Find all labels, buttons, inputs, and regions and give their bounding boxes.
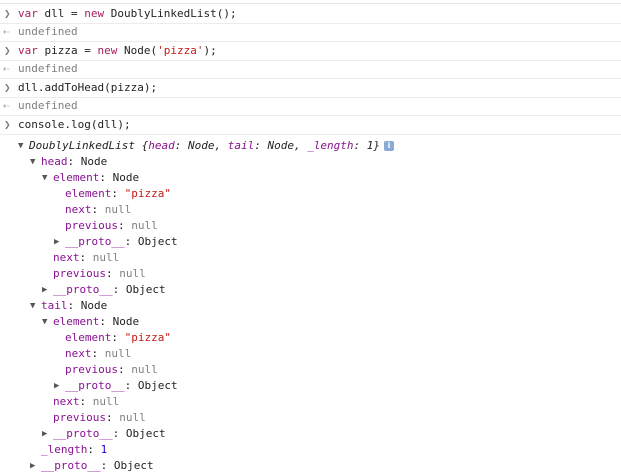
prompt-chevron-icon: ❯	[4, 81, 11, 94]
string-value: "pizza"	[124, 331, 171, 344]
result-arrow-icon: ⇠	[3, 62, 10, 75]
colon: :	[79, 395, 93, 408]
result-arrow-icon: ⇠	[3, 99, 10, 112]
property-value: : Object	[112, 427, 166, 440]
null-value: null	[92, 251, 120, 264]
result-value: undefined	[18, 25, 78, 38]
info-icon[interactable]: i	[384, 141, 394, 151]
summary-fragment: : Node,	[254, 139, 308, 152]
devtools-console: ❯ var dll = new DoublyLinkedList(); ⇠ un…	[0, 0, 621, 472]
keyword-var: var	[18, 44, 38, 57]
tree-row-text: __proto__: Object	[41, 457, 154, 472]
code-fragment: pizza =	[37, 44, 98, 57]
console-input-row[interactable]: ❯ var dll = new DoublyLinkedList();	[0, 5, 621, 24]
property-key: next	[53, 395, 80, 408]
console-input-row[interactable]: ❯ var pizza = new Node('pizza');	[0, 42, 621, 61]
collapsed-triangle-icon[interactable]: ▶	[30, 457, 40, 472]
summary-key: head	[148, 139, 175, 152]
colon: :	[79, 251, 93, 264]
property-key: previous	[65, 363, 118, 376]
colon: :	[111, 331, 125, 344]
console-input-text[interactable]: dll.addToHead(pizza);	[18, 79, 157, 97]
string-value: "pizza"	[124, 187, 171, 200]
property-key: next	[65, 203, 92, 216]
property-key: previous	[53, 267, 106, 280]
result-value: undefined	[18, 99, 78, 112]
null-value: null	[92, 395, 120, 408]
prompt-chevron-icon: ❯	[4, 44, 11, 57]
summary-key: tail	[227, 139, 255, 152]
colon: :	[87, 443, 101, 456]
colon: :	[111, 187, 125, 200]
property-key: __proto__	[65, 235, 125, 248]
keyword-var: var	[18, 7, 38, 20]
summary-fragment: {	[134, 139, 149, 152]
colon: :	[91, 347, 105, 360]
property-value: : Node	[67, 299, 108, 312]
null-value: null	[104, 203, 132, 216]
property-value: : Object	[100, 459, 154, 472]
result-arrow-icon: ⇠	[3, 25, 10, 38]
string-literal: 'pizza'	[157, 44, 204, 57]
property-value: : Node	[99, 315, 140, 328]
null-value: null	[104, 347, 132, 360]
property-key: element	[53, 171, 100, 184]
property-key: _length	[41, 443, 88, 456]
property-key: next	[53, 251, 80, 264]
property-key: head	[41, 155, 68, 168]
null-value: null	[119, 411, 146, 424]
property-key: __proto__	[53, 283, 113, 296]
property-value: : Object	[112, 283, 166, 296]
property-key: previous	[53, 411, 106, 424]
colon: :	[105, 267, 120, 280]
property-value: : Object	[124, 379, 178, 392]
property-value: : Object	[124, 235, 178, 248]
keyword-new: new	[84, 7, 105, 20]
colon: :	[117, 363, 132, 376]
summary-fragment: : 1}	[353, 139, 381, 152]
prompt-chevron-icon: ❯	[4, 118, 11, 131]
property-key: next	[65, 347, 92, 360]
code-fragment: Node(	[117, 44, 158, 57]
null-value: null	[131, 363, 158, 376]
code-fragment: );	[203, 44, 217, 57]
console-input-text[interactable]: var pizza = new Node('pizza');	[18, 42, 217, 60]
property-key: __proto__	[53, 427, 113, 440]
code-fragment: dll =	[37, 7, 85, 20]
console-input-text[interactable]: console.log(dll);	[18, 116, 131, 134]
summary-key: _length	[307, 139, 354, 152]
colon: :	[117, 219, 132, 232]
property-value: : Node	[99, 171, 140, 184]
class-name: DoublyLinkedList	[29, 139, 135, 152]
console-input-row[interactable]: ❯ console.log(dll);	[0, 116, 621, 135]
null-value: null	[131, 219, 158, 232]
tree-row-proto[interactable]: ▶ __proto__: Object	[0, 457, 621, 472]
property-key: element	[53, 315, 100, 328]
property-key: previous	[65, 219, 118, 232]
code-fragment: DoublyLinkedList();	[104, 7, 237, 20]
colon: :	[91, 203, 105, 216]
property-value: : Node	[67, 155, 108, 168]
property-key: __proto__	[65, 379, 125, 392]
keyword-new: new	[97, 44, 118, 57]
null-value: null	[119, 267, 146, 280]
prompt-chevron-icon: ❯	[4, 7, 11, 20]
result-value: undefined	[18, 62, 78, 75]
property-key: element	[65, 331, 112, 344]
console-result-row: ⇠ undefined	[0, 23, 621, 42]
property-key: __proto__	[41, 459, 101, 472]
clipped-previous-line	[0, 0, 621, 4]
number-value: 1	[100, 443, 108, 456]
console-result-row: ⇠ undefined	[0, 97, 621, 116]
summary-fragment: : Node,	[174, 139, 228, 152]
console-result-row: ⇠ undefined	[0, 60, 621, 79]
colon: :	[105, 411, 120, 424]
console-input-row[interactable]: ❯ dll.addToHead(pizza);	[0, 79, 621, 98]
property-key: tail	[41, 299, 68, 312]
console-input-text[interactable]: var dll = new DoublyLinkedList();	[18, 5, 237, 23]
property-key: element	[65, 187, 112, 200]
